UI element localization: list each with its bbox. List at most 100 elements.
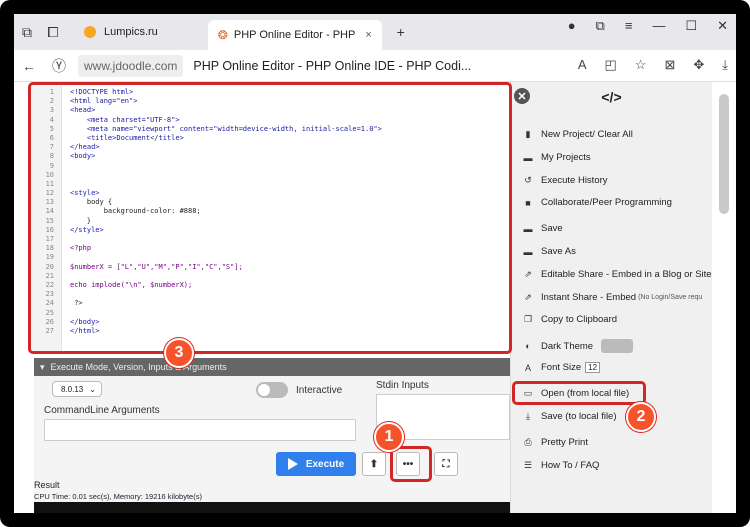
execute-button[interactable]: Execute [276, 452, 356, 476]
menu-item[interactable]: A Font Size 12 [521, 362, 601, 373]
moon-icon: ◐ [525, 341, 531, 351]
menu-item[interactable]: ▬ My Projects [521, 152, 591, 163]
folder-icon: ▬ [523, 223, 533, 234]
execute-options-label: Execute Mode, Version, Inputs & Argument… [50, 362, 227, 372]
more-button-highlight [390, 446, 432, 482]
menu-item-label: Save (to local file) [541, 411, 617, 422]
print-icon: ⎙ [524, 437, 532, 447]
browser-tab-bar: ⧉ ⧠ Lumpics.ru ❂ PHP Online Editor - PHP… [14, 14, 736, 50]
menu-item-label: Collaborate/Peer Programming [541, 197, 672, 208]
bookmarks-icon[interactable]: ⧉ [596, 18, 605, 34]
profile-icon[interactable]: ● [568, 18, 576, 34]
menu-item[interactable]: ◐ Dark Theme [521, 339, 634, 353]
list-icon: ☰ [523, 460, 533, 470]
font-size-select[interactable]: 12 [585, 362, 601, 373]
menu-item[interactable]: ⇗ Editable Share - Embed in a Blog or Sit… [521, 269, 712, 280]
tab-label: PHP Online Editor - PHP [233, 29, 356, 41]
step-badge-2: 2 [626, 402, 656, 432]
menu-item[interactable]: ▮ New Project/ Clear All [521, 129, 633, 140]
menu-item-label: Instant Share - Embed [541, 292, 637, 303]
step-badge-1: 1 [374, 422, 404, 452]
address-bar: ← Ⓨ www.jdoodle.com PHP Online Editor - … [14, 50, 736, 82]
tab-php-editor[interactable]: ❂ PHP Online Editor - PHP × [207, 20, 382, 50]
video-icon: ■ [525, 197, 531, 208]
share-icon: ⇗ [524, 292, 532, 302]
tab-lumpics[interactable]: Lumpics.ru [74, 18, 168, 46]
menu-item-label: New Project/ Clear All [541, 129, 633, 140]
step-badge-3: 3 [164, 338, 194, 368]
back-icon[interactable]: ← [14, 58, 44, 74]
collections-icon[interactable]: ⊠ [664, 57, 675, 73]
menu-item-label: Save As [541, 246, 576, 257]
download-icon[interactable]: ⤓ [722, 57, 728, 73]
menu-item[interactable]: ☰ How To / FAQ [521, 460, 599, 471]
file-icon: ▮ [525, 129, 531, 139]
yandex-icon[interactable]: Ⓨ [44, 56, 74, 76]
new-tab-button[interactable]: + [388, 19, 414, 45]
output-area [34, 502, 510, 527]
fullscreen-button[interactable]: ⛶ [434, 452, 458, 476]
menu-item[interactable]: ▬ Save [521, 223, 563, 234]
copy-icon: ❐ [523, 314, 533, 324]
tab-label: Lumpics.ru [104, 26, 158, 38]
menu-item-label: Font Size [541, 362, 582, 373]
menu-icon[interactable]: ≡ [625, 18, 633, 34]
close-icon[interactable]: ✕ [514, 88, 530, 104]
menu-item-note: (No Login/Save requ [638, 294, 703, 301]
menu-item[interactable]: ❐ Copy to Clipboard [521, 314, 617, 325]
menu-item[interactable]: ▬ Save As [521, 246, 576, 257]
menu-item[interactable]: ■ Collaborate/Peer Programming [521, 197, 672, 208]
scroll-thumb[interactable] [719, 94, 729, 214]
page-content: 1 <!DOCTYPE html> 2 <html lang="en"> 3 <head>… [14, 82, 736, 527]
interactive-label: Interactive [296, 385, 343, 396]
translate-icon[interactable]: A [578, 57, 587, 73]
menu-item-label: How To / FAQ [541, 460, 600, 471]
caret-down-icon: ▾ [40, 361, 45, 372]
lumpics-favicon-icon [84, 26, 96, 38]
version-value: 8.0.13 [61, 384, 84, 394]
menu-item-label: Dark Theme [541, 340, 594, 352]
execute-options-header[interactable]: ▾ Execute Mode, Version, Inputs & Argume… [34, 358, 510, 376]
menu-item[interactable]: ⇗ Instant Share - Embed (No Login/Save req… [521, 292, 702, 303]
folder-icon: ▬ [523, 246, 533, 257]
minimize-icon[interactable]: — [652, 18, 665, 34]
stdin-label: Stdin Inputs [376, 380, 429, 391]
scrollbar[interactable] [712, 82, 736, 527]
extensions-icon[interactable]: ✥ [693, 57, 704, 73]
menu-item[interactable]: ⤓ Save (to local file) [521, 411, 617, 422]
fullscreen-icon: ⛶ [442, 458, 450, 470]
menu-item-label: Save [541, 223, 563, 234]
close-window-icon[interactable]: ✕ [717, 18, 728, 34]
dark-theme-toggle[interactable] [601, 339, 634, 353]
folder-icon: ▬ [523, 152, 533, 163]
play-icon [287, 458, 298, 470]
menu-item[interactable]: ⎙ Pretty Print [521, 437, 588, 448]
tab-close-icon[interactable]: × [365, 29, 371, 41]
maximize-icon[interactable]: ☐ [685, 18, 697, 34]
execute-label: Execute [305, 458, 345, 470]
interactive-toggle[interactable] [256, 382, 288, 398]
result-label: Result [34, 480, 60, 490]
menu-item-label: Execute History [541, 175, 608, 186]
menu-item-label: Pretty Print [541, 437, 588, 448]
window-controls: ● ⧉ ≡ — ☐ ✕ [568, 18, 728, 34]
version-select[interactable]: 8.0.13 ⌄ [52, 381, 102, 397]
chevron-down-icon: ⌄ [89, 384, 96, 394]
cpu-stats: CPU Time: 0.01 sec(s), Memory: 19216 kil… [34, 492, 202, 501]
editor-highlight [28, 82, 512, 354]
upload-file-button[interactable]: ⬆ [362, 452, 386, 476]
share-icon: ⇗ [524, 269, 532, 279]
menu-item[interactable]: ↺ Execute History [521, 175, 608, 186]
side-menu: ✕ </> ▮ New Project/ Clear All ▬ My Project… [510, 82, 712, 527]
url-domain[interactable]: www.jdoodle.com [78, 54, 184, 77]
new-window-icon[interactable]: ⧠ [40, 19, 66, 45]
menu-item-label: Editable Share - Embed in a Blog or Site [541, 269, 712, 280]
tab-counter-icon[interactable]: ⧉ [14, 19, 40, 45]
reader-icon[interactable]: ◰ [604, 57, 616, 73]
cmdline-input[interactable] [44, 419, 356, 441]
page-title[interactable]: PHP Online Editor - PHP Online IDE - PHP… [193, 59, 471, 73]
open-file-highlight [512, 381, 646, 405]
font-icon: A [524, 362, 531, 373]
jdoodle-logo: </> [601, 89, 622, 105]
bookmark-icon[interactable]: ☆ [635, 57, 647, 73]
